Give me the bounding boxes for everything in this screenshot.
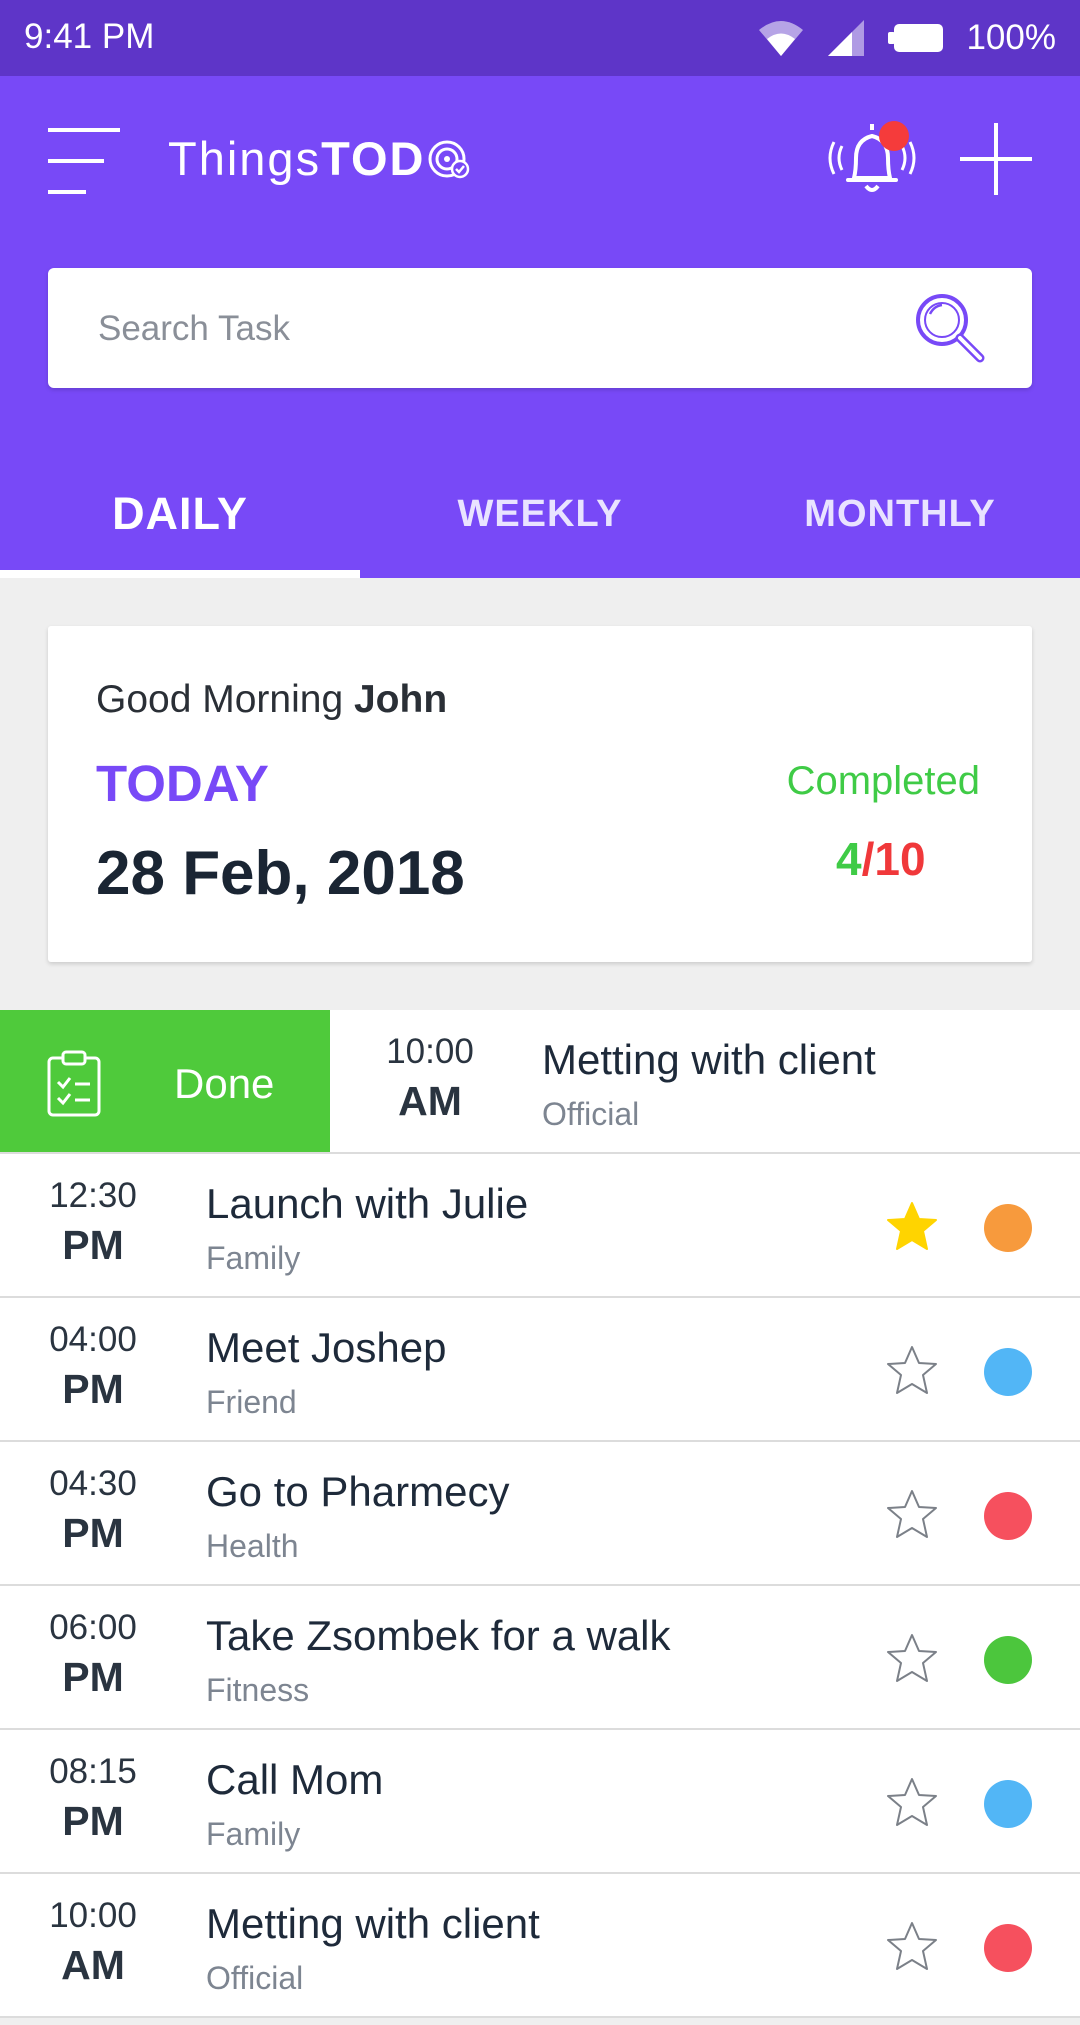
task-time: 04:30 PM [0,1464,186,1557]
notification-badge [879,121,909,151]
completed-count: 4/10 [836,832,926,886]
greeting: Good Morning John [96,678,447,722]
search-bar [48,268,1032,388]
bell-icon [828,121,916,192]
task-time-ampm: AM [61,1942,125,1988]
active-tab-indicator [0,570,360,578]
task-category: Fitness [206,1672,310,1708]
notifications-button[interactable] [826,118,918,202]
task-time-ampm: PM [62,1366,124,1412]
tab-daily[interactable]: DAILY [0,458,360,578]
task-time: 06:00 PM [0,1608,186,1701]
tab-monthly[interactable]: MONTHLY [720,458,1080,578]
task-category: Friend [206,1384,297,1420]
task-time-hm: 12:30 [49,1176,137,1215]
task-row[interactable]: 12:30 PM Launch with Julie Family [0,1154,1080,1298]
task-time-hm: 04:00 [49,1320,137,1359]
task-title: Launch with Julie [206,1180,529,1227]
task-category: Official [542,1096,640,1132]
category-color-dot [984,1780,1032,1828]
greeting-text: Good Morning [96,678,344,721]
task-category: Family [206,1816,301,1852]
task-time-ampm: PM [62,1654,124,1700]
cell-signal-icon [828,20,865,56]
star-icon[interactable] [884,1920,940,1974]
battery-icon [888,24,944,52]
task-time-ampm: AM [398,1078,462,1124]
star-icon[interactable] [884,1200,940,1254]
task-time: 10:00 AM [0,1896,186,1989]
star-icon[interactable] [884,1776,940,1830]
period-tabs: DAILY WEEKLY MONTHLY [0,458,1080,578]
search-input[interactable] [96,298,900,360]
task-category: Health [206,1528,299,1564]
app-name-light: Things [168,132,322,185]
completed-label: Completed [786,759,980,803]
task-category: Official [206,1960,304,1996]
task-time-hm: 10:00 [386,1032,474,1071]
task-time-ampm: PM [62,1798,124,1844]
category-color-dot [984,1204,1032,1252]
task-time: 12:30 PM [0,1176,186,1269]
completed-number: 4 [836,833,862,885]
star-icon[interactable] [884,1488,940,1542]
task-row[interactable]: 08:15 PM Call Mom Family [0,1730,1080,1874]
task-row[interactable]: 06:00 PM Take Zsombek for a walk Fitness [0,1586,1080,1730]
task-time-ampm: PM [62,1510,124,1556]
tab-weekly[interactable]: WEEKLY [360,458,720,578]
done-label: Done [174,1060,275,1107]
status-time: 9:41 PM [24,17,155,56]
task-time: 08:15 PM [0,1752,186,1845]
star-icon[interactable] [884,1344,940,1398]
task-title: Take Zsombek for a walk [206,1612,671,1659]
task-list: Done 10:00 AM Metting with client Offici… [0,1010,1080,2018]
app-header: Things TOD Search Task DAILY WEEKLY MONT… [0,76,1080,578]
category-color-dot [984,1348,1032,1396]
status-bar: 9:41 PM 100% [0,0,1080,76]
task-time: 04:00 PM [0,1320,186,1413]
swiped-task-content: 10:00 AM Metting with client Official [332,1010,1080,1152]
clipboard-check-icon [47,1050,101,1117]
menu-button[interactable] [46,126,122,196]
plus-icon [960,123,1032,195]
category-color-dot [984,1636,1032,1684]
search-icon [916,294,985,363]
task-row[interactable]: 04:00 PM Meet Joshep Friend [0,1298,1080,1442]
task-time-hm: 04:30 [49,1464,137,1503]
task-time: 10:00 AM [332,1032,528,1125]
task-title: Metting with client [542,1036,876,1083]
battery-level: 100% [966,18,1056,57]
search-button[interactable] [910,288,990,368]
add-task-button[interactable] [958,121,1034,197]
today-summary-card: Good Morning John TODAY 28 Feb, 2018 Com… [48,626,1032,962]
task-row[interactable]: 10:00 AM Metting with client Official [0,1874,1080,2018]
task-time-hm: 08:15 [49,1752,137,1791]
category-color-dot [984,1924,1032,1972]
category-color-dot [984,1492,1032,1540]
task-time-hm: 10:00 [49,1896,137,1935]
target-check-icon [428,140,470,178]
user-name: John [353,678,448,721]
task-title: Metting with client [206,1900,540,1947]
today-label: TODAY [96,755,269,812]
task-time-ampm: PM [62,1222,124,1268]
total-number: /10 [861,833,926,885]
status-icons: 100% [758,14,1056,62]
task-title: Meet Joshep [206,1324,447,1371]
current-date: 28 Feb, 2018 [96,839,465,908]
task-title: Go to Pharmecy [206,1468,510,1515]
task-row[interactable]: 04:30 PM Go to Pharmecy Health [0,1442,1080,1586]
task-time-hm: 06:00 [49,1608,137,1647]
app-logo: Things TOD [168,131,471,186]
wifi-icon [759,21,804,56]
task-category: Family [206,1240,301,1276]
task-title: Call Mom [206,1756,384,1803]
swiped-task-row[interactable]: Done 10:00 AM Metting with client Offici… [0,1010,1080,1154]
star-icon[interactable] [884,1632,940,1686]
app-name-bold: TOD [321,132,426,185]
mark-done-button[interactable]: Done [0,1010,330,1152]
menu-icon [48,128,120,194]
